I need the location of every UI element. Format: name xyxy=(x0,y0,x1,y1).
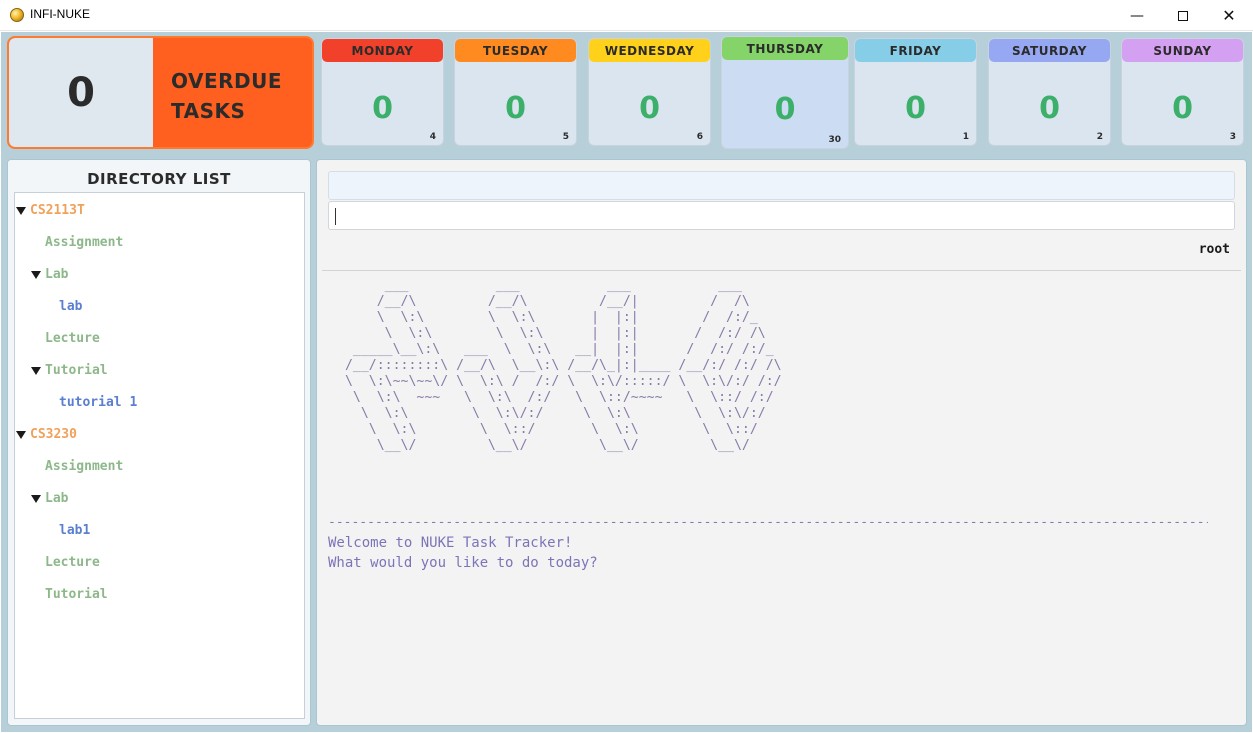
day-task-count: 0 xyxy=(639,91,660,126)
expand-triangle-icon[interactable] xyxy=(31,271,41,279)
minimize-button[interactable]: — xyxy=(1114,0,1160,31)
day-date: 6 xyxy=(696,132,703,142)
directory-panel: DIRECTORY LIST CS2113T Assignment Lab lab Le… xyxy=(7,159,311,726)
task-summary-bar: 0 OVERDUE TASKS MONDAY 0 4 TUESDAY 0 5 WEDNESD… xyxy=(1,32,1252,154)
overdue-count-box: 0 xyxy=(9,38,153,147)
tree-item-category[interactable]: Lab xyxy=(45,489,68,509)
day-card-saturday[interactable]: SATURDAY 0 2 xyxy=(988,38,1111,146)
tree-item-task[interactable]: tutorial 1 xyxy=(59,393,137,413)
day-date: 5 xyxy=(562,132,569,142)
nuke-ascii-logo: ___ ___ ___ ___ /__/\ /__/\ /__/| / /\ \… xyxy=(344,278,782,453)
tree-item-module[interactable]: CS2113T xyxy=(30,201,85,221)
day-card-sunday[interactable]: SUNDAY 0 3 xyxy=(1121,38,1244,146)
day-task-count: 0 xyxy=(372,91,393,126)
expand-triangle-icon[interactable] xyxy=(16,431,26,439)
expand-triangle-icon[interactable] xyxy=(16,207,26,215)
overdue-label: OVERDUE TASKS xyxy=(171,66,282,126)
day-header: FRIDAY xyxy=(855,39,976,62)
overdue-label-line1: OVERDUE xyxy=(171,69,283,93)
app-logo-icon xyxy=(10,8,24,22)
day-header: SUNDAY xyxy=(1122,39,1243,62)
overdue-tasks-card: 0 OVERDUE TASKS xyxy=(7,36,314,149)
tree-item-task[interactable]: lab xyxy=(59,297,82,317)
directory-title: DIRECTORY LIST xyxy=(87,170,231,188)
day-task-count: 0 xyxy=(1172,91,1193,126)
tree-item-task[interactable]: lab1 xyxy=(59,521,90,541)
day-header: WEDNESDAY xyxy=(589,39,710,62)
day-date: 3 xyxy=(1229,132,1236,142)
day-date: 2 xyxy=(1096,132,1103,142)
tree-item-category[interactable]: Tutorial xyxy=(45,361,108,381)
overdue-count: 0 xyxy=(67,69,95,116)
day-date: 30 xyxy=(828,135,841,145)
window-title: INFI-NUKE xyxy=(30,7,90,21)
tree-item-category[interactable]: Lab xyxy=(45,265,68,285)
day-header: SATURDAY xyxy=(989,39,1110,62)
welcome-message: Welcome to NUKE Task Tracker! xyxy=(328,535,573,551)
day-card-monday[interactable]: MONDAY 0 4 xyxy=(321,38,444,146)
console-separator: ----------------------------------------… xyxy=(328,515,1208,530)
maximize-button[interactable] xyxy=(1160,0,1206,31)
console-panel: root ___ ___ ___ ___ /__/\ /__/\ /__/| /… xyxy=(316,159,1247,726)
text-caret xyxy=(335,208,336,225)
directory-tree[interactable]: CS2113T Assignment Lab lab Lecture Tutorial tu… xyxy=(14,192,305,719)
console-divider xyxy=(322,270,1241,271)
tree-item-module[interactable]: CS3230 xyxy=(30,425,77,445)
day-task-count: 0 xyxy=(905,91,926,126)
command-output-bar xyxy=(328,171,1235,200)
tree-item-category[interactable]: Assignment xyxy=(45,233,123,253)
title-bar: INFI-NUKE — ✕ xyxy=(0,0,1253,31)
day-date: 1 xyxy=(962,132,969,142)
expand-triangle-icon[interactable] xyxy=(31,495,41,503)
tree-item-category[interactable]: Lecture xyxy=(45,329,100,349)
current-path-label: root xyxy=(1198,242,1230,257)
tree-item-category[interactable]: Assignment xyxy=(45,457,123,477)
welcome-prompt: What would you like to do today? xyxy=(328,555,598,571)
tree-item-category[interactable]: Tutorial xyxy=(45,585,108,605)
day-card-tuesday[interactable]: TUESDAY 0 5 xyxy=(454,38,577,146)
expand-triangle-icon[interactable] xyxy=(31,367,41,375)
maximize-icon xyxy=(1178,10,1188,21)
day-task-count: 0 xyxy=(774,92,796,127)
tree-item-category[interactable]: Lecture xyxy=(45,553,100,573)
close-button[interactable]: ✕ xyxy=(1206,0,1252,31)
day-task-count: 0 xyxy=(1039,91,1060,126)
day-card-wednesday[interactable]: WEDNESDAY 0 6 xyxy=(588,38,711,146)
day-date: 4 xyxy=(429,132,436,142)
day-card-friday[interactable]: FRIDAY 0 1 xyxy=(854,38,977,146)
day-header: THURSDAY xyxy=(722,37,848,60)
day-header: TUESDAY xyxy=(455,39,576,62)
day-header: MONDAY xyxy=(322,39,443,62)
overdue-label-line2: TASKS xyxy=(171,99,246,123)
command-input[interactable] xyxy=(328,201,1235,230)
day-card-thursday[interactable]: THURSDAY 0 30 xyxy=(721,36,849,149)
day-task-count: 0 xyxy=(505,91,526,126)
